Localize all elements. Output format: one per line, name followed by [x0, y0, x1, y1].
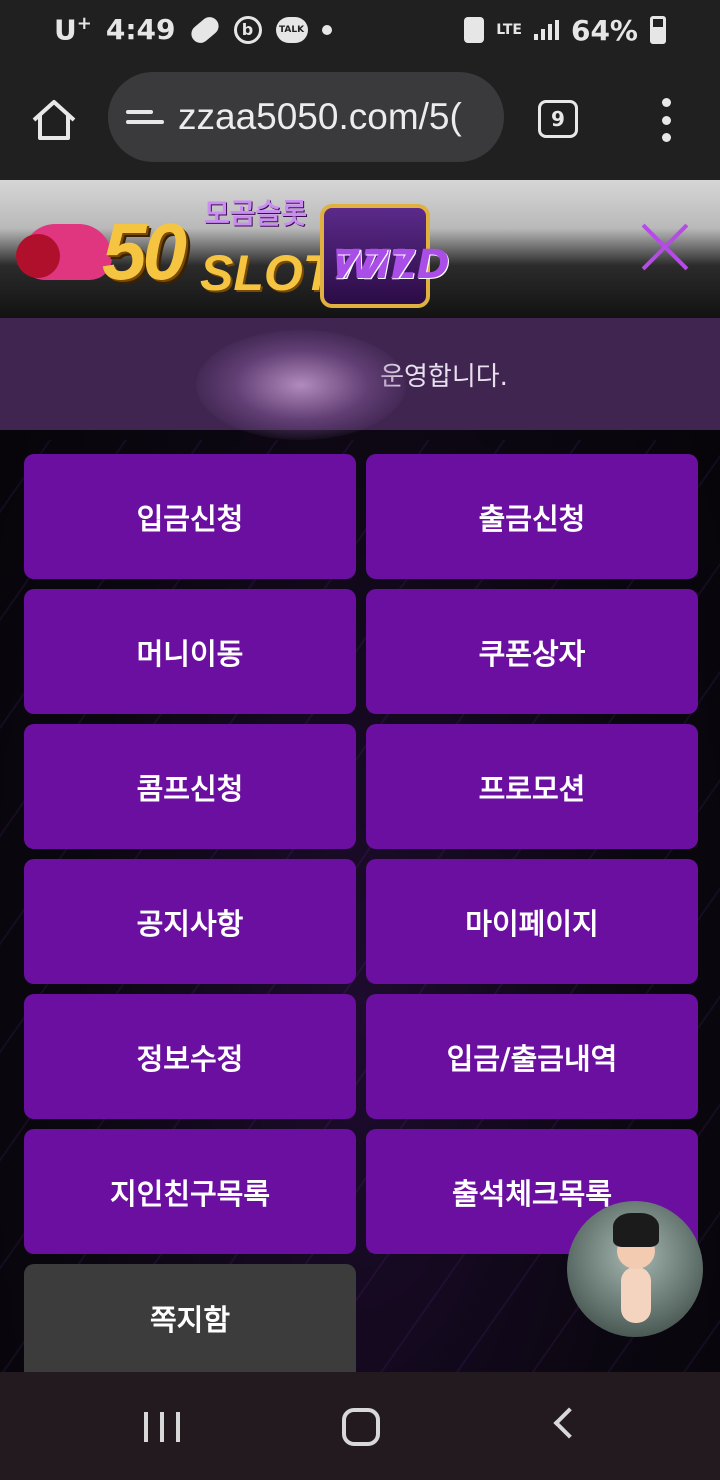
cherry-logo-icon	[16, 234, 60, 278]
status-left: U+ 4:49 b TALK	[54, 13, 332, 47]
web-page: 모곰슬롯 50 SLOT WILD 777 운영합니다. 입금신청 출금신청 머…	[0, 180, 720, 1372]
money-transfer-button[interactable]: 머니이동	[24, 589, 356, 714]
logo-number: 50	[102, 207, 187, 296]
b-app-icon: b	[233, 15, 262, 44]
tab-switcher-button[interactable]: 9	[538, 100, 578, 138]
coupon-box-button[interactable]: 쿠폰상자	[366, 589, 698, 714]
logo-reel-text: 777	[332, 242, 416, 288]
network-type: LTE	[496, 22, 522, 38]
browser-toolbar: zzaa5050.com/5( 9	[0, 60, 720, 180]
url-text: zzaa5050.com/5(	[178, 96, 462, 137]
my-page-button[interactable]: 마이페이지	[366, 859, 698, 984]
avatar-figure-hair	[613, 1213, 659, 1247]
notice-button[interactable]: 공지사항	[24, 859, 356, 984]
site-settings-icon[interactable]	[126, 104, 164, 130]
back-icon[interactable]	[553, 1407, 585, 1439]
withdraw-request-button[interactable]: 출금신청	[366, 454, 698, 579]
home-nav-icon[interactable]	[342, 1408, 380, 1446]
kakaotalk-icon: TALK	[275, 16, 308, 43]
address-bar[interactable]: zzaa5050.com/5(	[108, 72, 504, 162]
comp-request-button[interactable]: 콤프신청	[24, 724, 356, 849]
status-time: 4:49	[105, 13, 176, 47]
site-logo[interactable]: 모곰슬롯 50 SLOT WILD 777	[14, 190, 450, 320]
logo-korean-text: 모곰슬롯	[204, 197, 308, 230]
referral-list-button[interactable]: 지인친구목록	[24, 1129, 356, 1254]
promotion-button[interactable]: 프로모션	[366, 724, 698, 849]
status-right: LTE 64%	[464, 14, 666, 47]
status-bar: U+ 4:49 b TALK LTE 64%	[0, 0, 720, 60]
chat-avatar-button[interactable]	[567, 1201, 703, 1337]
recent-apps-icon[interactable]	[144, 1412, 180, 1442]
battery-icon	[650, 16, 666, 44]
avatar-figure-body	[621, 1267, 651, 1323]
system-nav-bar	[0, 1372, 720, 1480]
more-menu-icon[interactable]	[660, 98, 672, 142]
deposit-request-button[interactable]: 입금신청	[24, 454, 356, 579]
close-menu-icon[interactable]	[640, 222, 690, 272]
carrier-label: U+	[54, 13, 92, 47]
slot-reel-logo-icon: WILD 777	[320, 204, 450, 308]
edit-info-button[interactable]: 정보수정	[24, 994, 356, 1119]
battery-percent: 64%	[570, 13, 638, 47]
signal-icon	[533, 20, 559, 40]
pill-icon	[187, 13, 222, 47]
notification-dot-icon	[321, 24, 332, 35]
logo-word: SLOT	[200, 245, 334, 301]
data-saver-icon	[464, 17, 485, 43]
inbox-button[interactable]: 쪽지함	[24, 1264, 356, 1372]
home-icon[interactable]	[30, 98, 78, 142]
deposit-withdraw-history-button[interactable]: 입금/출금내역	[366, 994, 698, 1119]
site-header: 모곰슬롯 50 SLOT WILD 777	[0, 180, 720, 318]
blurred-region	[196, 330, 406, 440]
